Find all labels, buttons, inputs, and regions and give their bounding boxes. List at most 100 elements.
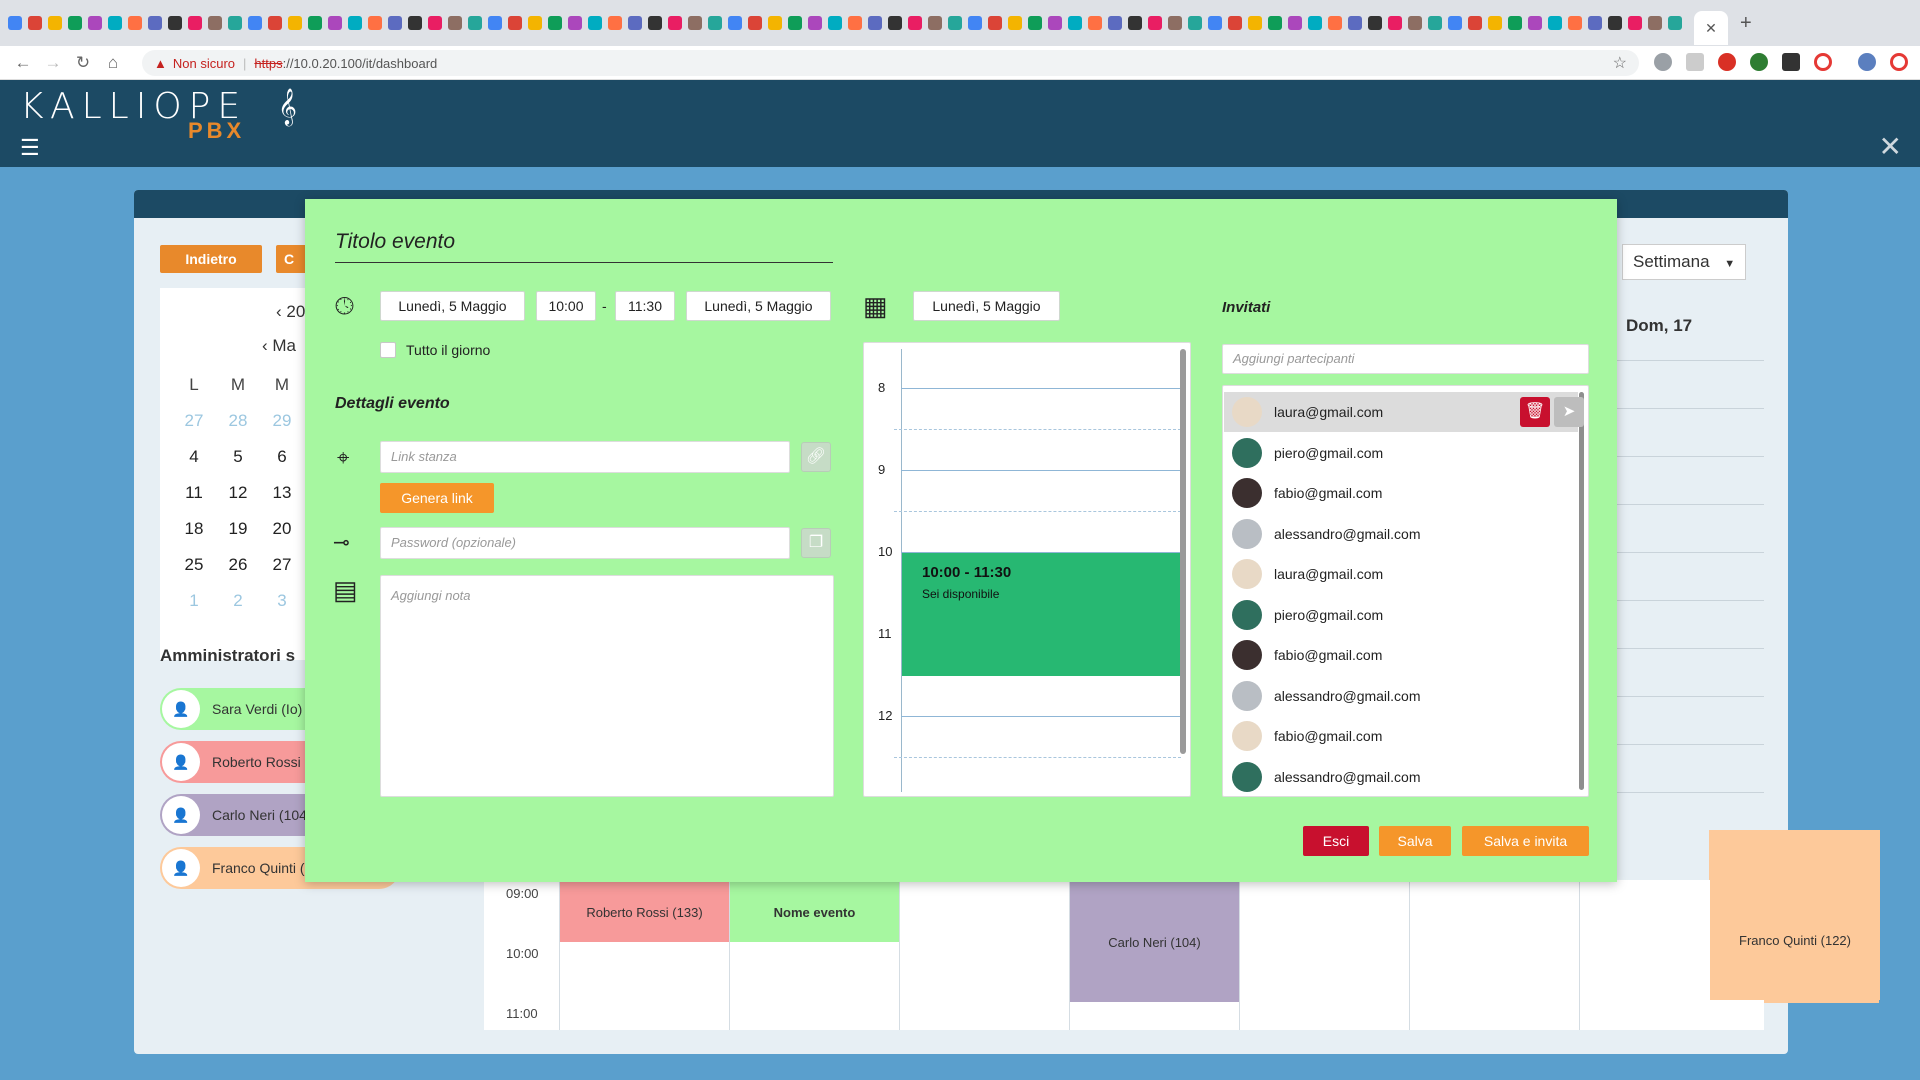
tab-favicon-icon[interactable] [628, 16, 642, 30]
calendar-date-field[interactable]: Lunedì, 5 Maggio [913, 291, 1060, 321]
tab-favicon-icon[interactable] [1428, 16, 1442, 30]
invitee-row[interactable]: piero@gmail.com [1224, 595, 1578, 635]
copy-icon[interactable]: ❐ [801, 528, 831, 558]
calendar-day[interactable]: 28 [216, 408, 260, 434]
tab-favicon-icon[interactable] [1448, 16, 1462, 30]
close-icon[interactable]: ✕ [1879, 130, 1902, 163]
mini-calendar-year[interactable]: ‹ 20 [276, 302, 305, 322]
home-icon[interactable]: ⌂ [98, 53, 128, 73]
tab-favicon-icon[interactable] [1028, 16, 1042, 30]
invitee-row[interactable]: fabio@gmail.com [1224, 473, 1578, 513]
tab-favicon-icon[interactable] [1488, 16, 1502, 30]
tab-favicon-icon[interactable] [1008, 16, 1022, 30]
tab-favicon-icon[interactable] [248, 16, 262, 30]
reload-icon[interactable]: ↻ [68, 53, 98, 73]
password-input[interactable]: Password (opzionale) [380, 527, 790, 559]
tab-favicon-icon[interactable] [1208, 16, 1222, 30]
address-bar[interactable]: ▲ Non sicuro | https ://10.0.20.100/it/d… [142, 50, 1639, 76]
tab-favicon-icon[interactable] [1348, 16, 1362, 30]
view-select[interactable]: Settimana ▼ [1622, 244, 1746, 280]
link-icon[interactable]: 🔗︎ [801, 442, 831, 472]
tab-favicon-icon[interactable] [688, 16, 702, 30]
timeline-event[interactable]: 10:00 - 11:30 Sei disponibile [902, 553, 1183, 676]
tab-favicon-icon[interactable] [1628, 16, 1642, 30]
tab-favicon-icon[interactable] [588, 16, 602, 30]
tab-favicon-icon[interactable] [1368, 16, 1382, 30]
tab-favicon-icon[interactable] [1168, 16, 1182, 30]
tab-favicon-icon[interactable] [1668, 16, 1682, 30]
all-day-checkbox[interactable] [380, 342, 396, 358]
tab-favicon-icon[interactable] [1128, 16, 1142, 30]
tab-favicon-icon[interactable] [1408, 16, 1422, 30]
tab-favicon-icon[interactable] [108, 16, 122, 30]
tab-favicon-icon[interactable] [208, 16, 222, 30]
calendar-day[interactable]: 4 [172, 444, 216, 470]
calendar-day[interactable]: 26 [216, 552, 260, 578]
tab-favicon-icon[interactable] [168, 16, 182, 30]
tab-favicon-icon[interactable] [1148, 16, 1162, 30]
tab-favicon-icon[interactable] [728, 16, 742, 30]
tab-favicon-icon[interactable] [1328, 16, 1342, 30]
tab-favicon-icon[interactable] [188, 16, 202, 30]
calendar-day[interactable]: 18 [172, 516, 216, 542]
tab-favicon-icon[interactable] [788, 16, 802, 30]
menu-icon[interactable]: ☰ [20, 135, 40, 161]
close-tab-icon[interactable]: ✕ [1705, 20, 1717, 37]
tab-favicon-icon[interactable] [1048, 16, 1062, 30]
tab-favicon-icon[interactable] [1108, 16, 1122, 30]
calendar-day[interactable]: 2 [216, 588, 260, 614]
extension-icon[interactable] [1718, 53, 1736, 71]
forward-icon[interactable]: → [38, 53, 68, 73]
tab-favicon-icon[interactable] [408, 16, 422, 30]
tab-favicon-icon[interactable] [1588, 16, 1602, 30]
send-icon[interactable]: ➤ [1554, 397, 1584, 427]
tab-favicon-icon[interactable] [328, 16, 342, 30]
event-block[interactable]: Carlo Neri (104) [1070, 882, 1239, 1002]
extension-icon[interactable] [1782, 53, 1800, 71]
new-tab-button[interactable]: + [1740, 12, 1752, 35]
tab-favicon-icon[interactable] [568, 16, 582, 30]
tab-favicon-icon[interactable] [768, 16, 782, 30]
tab-favicon-icon[interactable] [608, 16, 622, 30]
tab-favicon-icon[interactable] [1468, 16, 1482, 30]
back-button[interactable]: Indietro [160, 245, 262, 273]
tab-favicon-icon[interactable] [648, 16, 662, 30]
tab-favicon-icon[interactable] [668, 16, 682, 30]
tab-favicon-icon[interactable] [1308, 16, 1322, 30]
tab-favicon-icon[interactable] [868, 16, 882, 30]
end-date-field[interactable]: Lunedì, 5 Maggio [686, 291, 831, 321]
tab-favicon-icon[interactable] [368, 16, 382, 30]
tab-favicon-icon[interactable] [1608, 16, 1622, 30]
tab-favicon-icon[interactable] [448, 16, 462, 30]
save-and-invite-button[interactable]: Salva e invita [1462, 826, 1589, 856]
extension-icon[interactable] [1814, 53, 1832, 71]
tab-favicons[interactable] [8, 16, 1688, 30]
tab-favicon-icon[interactable] [808, 16, 822, 30]
room-link-input[interactable]: Link stanza [380, 441, 790, 473]
event-title-input[interactable]: Titolo evento [335, 227, 833, 263]
calendar-day[interactable]: 11 [172, 480, 216, 506]
invitee-row[interactable]: alessandro@gmail.com [1224, 757, 1578, 797]
calendar-day[interactable]: 27 [172, 408, 216, 434]
calendar-day[interactable]: 25 [172, 552, 216, 578]
calendar-day[interactable]: 6 [260, 444, 304, 470]
tab-favicon-icon[interactable] [388, 16, 402, 30]
tab-favicon-icon[interactable] [1648, 16, 1662, 30]
start-time-field[interactable]: 10:00 [536, 291, 596, 321]
add-participants-input[interactable]: Aggiungi partecipanti [1222, 344, 1589, 374]
invitee-row[interactable]: fabio@gmail.com [1224, 635, 1578, 675]
tab-favicon-icon[interactable] [1288, 16, 1302, 30]
tab-favicon-icon[interactable] [888, 16, 902, 30]
scrollbar[interactable] [1579, 392, 1584, 790]
tab-favicon-icon[interactable] [88, 16, 102, 30]
invitee-row[interactable]: alessandro@gmail.com [1224, 676, 1578, 716]
tab-favicon-icon[interactable] [1568, 16, 1582, 30]
generate-link-button[interactable]: Genera link [380, 483, 494, 513]
invitee-row[interactable]: piero@gmail.com [1224, 433, 1578, 473]
start-date-field[interactable]: Lunedì, 5 Maggio [380, 291, 525, 321]
exit-button[interactable]: Esci [1303, 826, 1369, 856]
tab-favicon-icon[interactable] [148, 16, 162, 30]
tab-favicon-icon[interactable] [1248, 16, 1262, 30]
tab-favicon-icon[interactable] [8, 16, 22, 30]
tab-favicon-icon[interactable] [308, 16, 322, 30]
